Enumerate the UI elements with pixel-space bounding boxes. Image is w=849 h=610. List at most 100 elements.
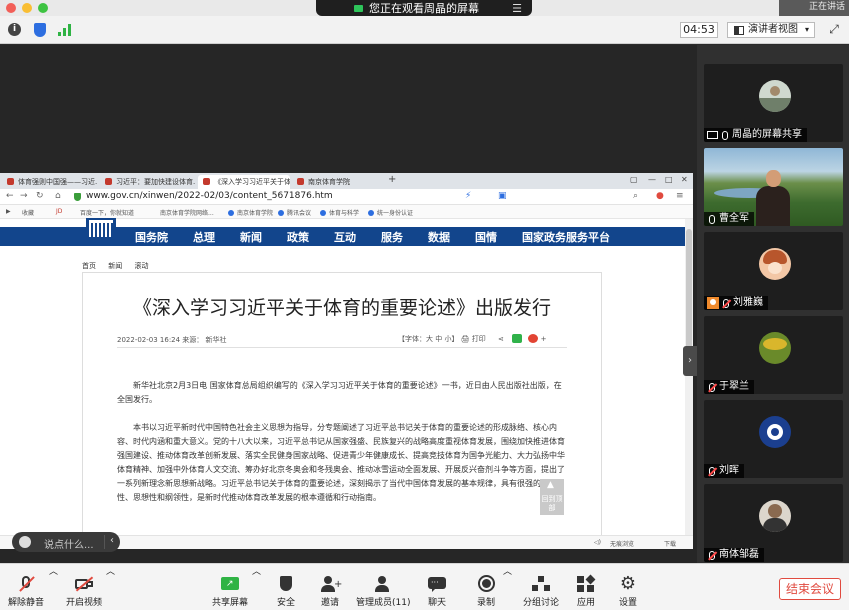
back-to-top-button[interactable]: 回到顶部 [540, 479, 564, 515]
download-label[interactable]: 下载 [664, 539, 676, 548]
invite-button[interactable]: + 邀请 [312, 564, 348, 610]
nav-link[interactable]: 服务 [381, 229, 403, 245]
close-icon[interactable]: ✕ [681, 175, 688, 184]
bookmark-item[interactable]: 统一身份认证 [368, 208, 413, 217]
participant-tile[interactable]: 刘晖 [704, 400, 843, 478]
layout-icon [734, 25, 744, 35]
nav-link[interactable]: 国家政务服务平台 [522, 229, 610, 245]
browser-tab-active[interactable]: 《深入学习习近平关于体... [198, 175, 290, 189]
chat-button[interactable]: ··· 聊天 [420, 564, 454, 610]
manage-members-button[interactable]: 管理成员(11) [356, 564, 410, 610]
record-button[interactable]: 录制 [470, 564, 502, 610]
view-mode-button[interactable]: 演讲者视图 ▾ [727, 22, 815, 38]
emoji-icon[interactable] [19, 536, 31, 548]
gov-logo[interactable] [86, 218, 116, 238]
nav-link[interactable]: 数据 [428, 229, 450, 245]
new-tab-button[interactable]: + [388, 174, 396, 185]
bookmark-item[interactable]: 体育与科学 [320, 208, 359, 217]
shield-icon[interactable] [34, 23, 46, 37]
nav-link[interactable]: 政策 [287, 229, 309, 245]
participant-tile[interactable]: 于翠兰 [704, 316, 843, 394]
shield-icon [277, 576, 295, 592]
browser-tab[interactable]: 体育强则中国强——习近... [2, 175, 98, 189]
breakout-rooms-button[interactable]: 分组讨论 [520, 564, 562, 610]
bookmark-item[interactable]: JD [56, 208, 62, 215]
record-options-caret[interactable]: ︿ [503, 564, 512, 577]
nav-link[interactable]: 国务院 [135, 229, 168, 245]
chat-input-pill[interactable]: 说点什么... ‹ [12, 532, 120, 552]
nav-link[interactable]: 国情 [475, 229, 497, 245]
nav-link[interactable]: 互动 [334, 229, 356, 245]
maximize-icon[interactable]: □ [665, 175, 673, 184]
font-size-print[interactable]: 【字体：大 中 小】 🖨 打印 [398, 335, 486, 343]
participant-label: 刘雅巍 [704, 296, 768, 310]
menu-icon[interactable]: ☰ [508, 2, 526, 15]
share-screen-button[interactable]: ↗ 共享屏幕 [210, 564, 250, 610]
settings-button[interactable]: ⚙ 设置 [612, 564, 644, 610]
screen-share-icon [707, 131, 718, 139]
collapse-chat-icon[interactable]: ‹ [110, 535, 114, 546]
browser-menu-icon[interactable]: ≡ [676, 191, 684, 201]
info-icon[interactable]: i [8, 23, 21, 36]
browser-tab[interactable]: 习近平：要加快建设体育... [100, 175, 196, 189]
bookmark-toggle-icon[interactable]: ▶ [6, 208, 11, 215]
restore-icon[interactable]: ▢ [630, 175, 638, 184]
close-window-button[interactable] [6, 3, 16, 13]
weibo-icon[interactable] [528, 334, 539, 343]
participant-label: 周晶的屏幕共享 [704, 128, 807, 142]
volume-icon[interactable]: ◁) [594, 539, 601, 546]
share-icon[interactable]: ⋖ [498, 335, 504, 343]
extension-icon[interactable]: ● [656, 191, 664, 201]
shared-browser-window: 体育强则中国强——习近... 习近平：要加快建设体育... 《深入学习习近平关于… [0, 173, 693, 549]
lightning-icon[interactable]: ⚡ [465, 191, 471, 201]
forward-icon[interactable]: → [20, 191, 28, 201]
zoom-window-button[interactable] [38, 3, 48, 13]
bookmark-item[interactable]: 收藏 [22, 208, 34, 217]
wechat-icon[interactable] [512, 334, 523, 343]
translate-icon[interactable]: ▣ [498, 191, 507, 201]
mic-muted-icon [709, 550, 715, 560]
incognito-label[interactable]: 无痕浏览 [610, 539, 634, 548]
mic-muted-icon [709, 382, 715, 392]
bookmark-item[interactable]: 南京体育学院 [228, 208, 273, 217]
participant-tile[interactable]: 曹全军 [704, 148, 843, 226]
reload-icon[interactable]: ↻ [36, 191, 44, 201]
more-icon[interactable]: + [541, 335, 547, 343]
security-button[interactable]: 安全 [270, 564, 302, 610]
participant-tile[interactable]: 南体邹磊 [704, 484, 843, 562]
participant-tile[interactable]: 刘雅巍 [704, 232, 843, 310]
bookmark-item[interactable]: 百度一下，你就知道 [80, 208, 134, 217]
audio-options-caret[interactable]: ︿ [49, 564, 58, 577]
browser-tab[interactable]: 南京体育学院 [292, 175, 384, 189]
record-icon [477, 575, 495, 592]
view-mode-label: 演讲者视图 [748, 24, 798, 35]
browser-scrollbar[interactable] [685, 219, 693, 549]
gear-icon: ⚙ [619, 573, 637, 594]
breadcrumb-item[interactable]: 滚动 [134, 262, 148, 270]
bookmark-item[interactable]: 南京体育学院网络... [160, 208, 214, 217]
unmute-button[interactable]: 解除静音 [6, 564, 46, 610]
bookmark-item[interactable]: 腾讯会议 [278, 208, 311, 217]
home-icon[interactable]: ⌂ [55, 191, 61, 201]
start-video-button[interactable]: 开启视频 [64, 564, 104, 610]
fullscreen-icon[interactable]: ⤢ [827, 22, 841, 36]
share-options-caret[interactable]: ︿ [252, 564, 261, 577]
url-input[interactable]: www.gov.cn/xinwen/2022-02/03/content_567… [86, 191, 333, 201]
video-options-caret[interactable]: ︿ [106, 564, 115, 577]
participant-tile[interactable]: 周晶的屏幕共享 [704, 64, 843, 142]
meeting-timer: 04:53 [680, 22, 718, 38]
avatar [759, 416, 791, 448]
viewing-screen-indicator[interactable]: 您正在观看周晶的屏幕 ☰ [316, 0, 532, 16]
apps-button[interactable]: 应用 [570, 564, 602, 610]
nav-link[interactable]: 总理 [193, 229, 215, 245]
search-icon[interactable]: ⌕ [633, 191, 638, 201]
signal-icon[interactable] [58, 24, 72, 36]
end-meeting-button[interactable]: 结束会议 [779, 578, 841, 600]
nav-link[interactable]: 新闻 [240, 229, 262, 245]
minimize-window-button[interactable] [22, 3, 32, 13]
collapse-panel-button[interactable]: › [683, 346, 697, 376]
breadcrumb-item[interactable]: 新闻 [108, 262, 122, 270]
minimize-icon[interactable]: — [648, 175, 656, 184]
back-icon[interactable]: ← [6, 191, 14, 201]
breadcrumb-item[interactable]: 首页 [82, 262, 96, 270]
